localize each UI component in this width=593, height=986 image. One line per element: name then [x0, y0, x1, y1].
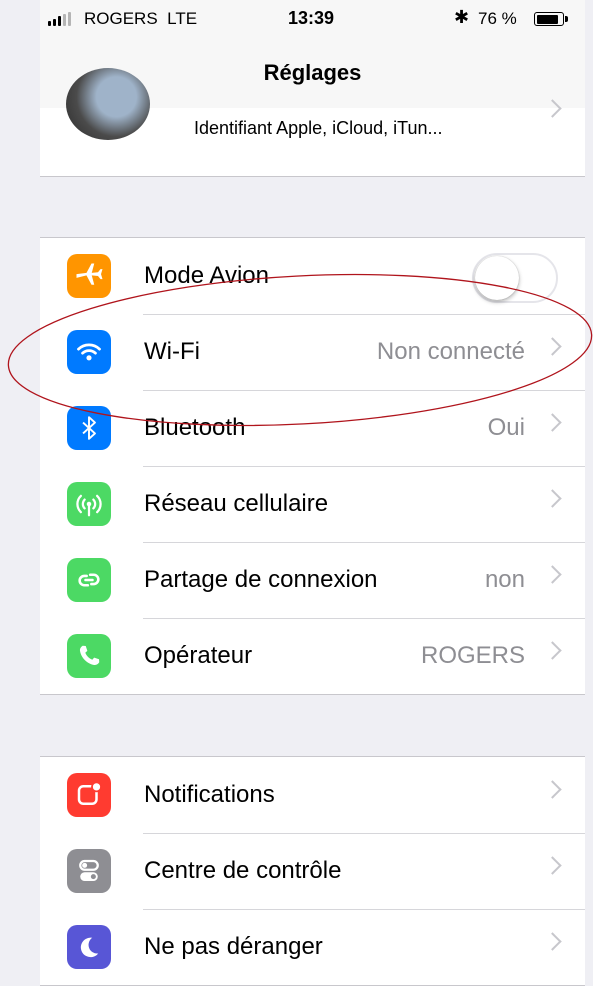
phone-icon — [67, 634, 111, 678]
row-value: Oui — [487, 414, 525, 441]
row-label: Ne pas déranger — [144, 933, 323, 960]
chevron-right-icon — [543, 932, 562, 951]
settings-row-wifi[interactable]: Wi-Fi Non connecté — [40, 314, 585, 390]
battery-nub — [565, 16, 568, 22]
settings-row-carrier[interactable]: Opérateur ROGERS — [40, 618, 585, 694]
avatar — [66, 68, 150, 140]
settings-row-hotspot[interactable]: Partage de connexion non — [40, 542, 585, 618]
clock: 13:39 — [288, 8, 335, 28]
settings-row-bluetooth[interactable]: Bluetooth Oui — [40, 390, 585, 466]
control-center-icon — [67, 849, 111, 893]
network-type: LTE — [167, 9, 198, 28]
signal-strength-icon — [48, 12, 71, 26]
row-label: Opérateur — [144, 642, 253, 669]
row-value: Non connecté — [376, 338, 525, 365]
settings-row-airplane-mode[interactable]: Mode Avion — [40, 238, 585, 314]
notifications-icon — [67, 773, 111, 817]
row-value: ROGERS — [420, 642, 525, 669]
row-label: Mode Avion — [144, 262, 269, 289]
moon-icon — [67, 925, 111, 969]
cellular-antenna-icon — [67, 482, 111, 526]
status-bar: ROGERS LTE 13:39 ✱ 76 % — [40, 0, 585, 40]
row-label: Réseau cellulaire — [144, 490, 329, 517]
wifi-icon — [67, 330, 111, 374]
chevron-right-icon — [543, 856, 562, 875]
connectivity-group: Mode Avion Wi-Fi Non connecté Bluetooth … — [40, 237, 585, 695]
chevron-right-icon — [543, 489, 562, 508]
row-label: Wi-Fi — [144, 338, 200, 365]
airplane-icon — [67, 254, 111, 298]
bluetooth-status-icon: ✱ — [454, 7, 470, 27]
chevron-right-icon — [543, 780, 562, 799]
settings-row-cellular[interactable]: Réseau cellulaire — [40, 466, 585, 542]
chevron-right-icon — [543, 413, 562, 432]
settings-row-control-center[interactable]: Centre de contrôle — [40, 833, 585, 909]
chevron-right-icon — [543, 337, 562, 356]
battery-icon — [534, 12, 564, 26]
carrier-name: ROGERS LTE — [84, 9, 198, 28]
chevron-right-icon — [543, 641, 562, 660]
bluetooth-icon — [67, 406, 111, 450]
row-label: Bluetooth — [144, 414, 246, 441]
battery-percentage: 76 % — [478, 9, 517, 28]
chevron-right-icon — [543, 565, 562, 584]
apple-id-row[interactable]: Identifiant Apple, iCloud, iTun... — [40, 68, 585, 177]
hotspot-link-icon — [67, 558, 111, 602]
apple-id-subtitle: Identifiant Apple, iCloud, iTun... — [194, 118, 443, 138]
settings-row-do-not-disturb[interactable]: Ne pas déranger — [40, 909, 585, 985]
row-value: non — [484, 566, 525, 593]
system-group: Notifications Centre de contrôle Ne pas … — [40, 756, 585, 986]
row-label: Partage de connexion — [144, 566, 378, 593]
row-label: Centre de contrôle — [144, 857, 342, 884]
airplane-mode-toggle[interactable] — [472, 253, 558, 303]
settings-row-notifications[interactable]: Notifications — [40, 757, 585, 833]
row-label: Notifications — [144, 781, 275, 808]
